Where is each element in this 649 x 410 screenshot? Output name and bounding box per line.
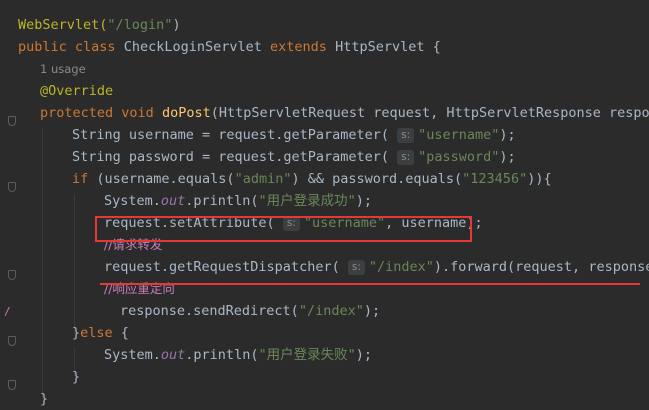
string-literal: "用户登录失败" (258, 347, 356, 363)
code-text: response.sendRedirect( (120, 303, 299, 319)
annotation: WebServlet( (18, 17, 108, 33)
usage-hint[interactable]: 1 usage (40, 62, 86, 76)
code-line-14: response.sendRedirect("/index"); (120, 300, 380, 322)
class-name: CheckLoginServlet (123, 39, 262, 55)
brace: } (72, 369, 81, 385)
method-name: doPost (161, 105, 211, 121)
string-literal: "password" (418, 149, 500, 165)
code-line-8: if (username.equals("admin") && password… (72, 168, 552, 190)
code-line-16: System.out.println("用户登录失败"); (104, 344, 372, 366)
code-line-2: public class CheckLoginServlet extends H… (18, 36, 441, 58)
keyword: else (80, 325, 113, 341)
keyword: protected (40, 105, 114, 121)
brace: { (432, 39, 441, 55)
string-literal: "123456" (462, 171, 528, 187)
brace: } (40, 391, 49, 407)
string-literal: "/login" (107, 17, 173, 33)
brace: { (112, 325, 129, 341)
brace: } (72, 325, 81, 341)
keyword: if (72, 171, 89, 187)
code-line-4: @Override (40, 80, 113, 102)
code-line-15: }else { (72, 322, 129, 344)
param-hint: s: (347, 260, 365, 275)
keyword: class (74, 39, 116, 55)
code-text: System. (104, 347, 161, 363)
fold-marker-icon[interactable] (8, 336, 16, 346)
code-line-7: String password = request.getParameter( … (72, 146, 516, 168)
fold-marker-icon[interactable] (8, 182, 16, 192)
code-line-3: 1 usage (40, 58, 86, 80)
parent-class: HttpServlet (335, 39, 425, 55)
highlight-box (95, 216, 472, 242)
code-line-6: String username = request.getParameter( … (72, 124, 516, 146)
code-text: ); (499, 127, 516, 143)
code-line-13: //响应重定向 (104, 278, 175, 300)
paren: ) (172, 17, 181, 33)
indent-guide (74, 194, 75, 334)
keyword: public (18, 39, 67, 55)
code-text: .println( (185, 347, 259, 363)
string-literal: "/index" (368, 259, 434, 275)
method-params: (HttpServletRequest request, HttpServlet… (210, 105, 649, 121)
string-literal: "username" (418, 127, 500, 143)
code-text: ); (355, 193, 372, 209)
code-text: ) && password.equals( (291, 171, 463, 187)
highlight-underline (100, 283, 640, 285)
code-text: String username = request.getParameter( (72, 127, 389, 143)
code-line-5: protected void doPost(HttpServletRequest… (40, 102, 649, 124)
keyword: extends (270, 39, 327, 55)
param-hint: s: (397, 150, 415, 165)
code-text: .println( (185, 193, 259, 209)
static-field: out (160, 193, 186, 209)
keyword: void (121, 105, 154, 121)
code-line-17: } (72, 366, 80, 388)
code-text: ); (363, 303, 381, 319)
fold-marker-icon[interactable] (8, 116, 16, 126)
code-text: ); (499, 149, 516, 165)
edit-marker-icon: / (4, 305, 11, 318)
fold-marker-icon[interactable] (8, 270, 16, 280)
string-literal: "admin" (234, 171, 292, 187)
code-text: System. (104, 193, 161, 209)
param-hint: s: (397, 128, 415, 143)
code-text: )){ (527, 171, 552, 187)
string-literal: "用户登录成功" (258, 193, 356, 209)
code-line-1: WebServlet("/login") (18, 14, 181, 36)
annotation: @Override (40, 83, 114, 99)
indent-guide (42, 128, 43, 398)
editor-gutter: / (0, 0, 22, 407)
code-text: (username.equals( (88, 171, 235, 187)
code-text: String password = request.getParameter( (72, 149, 389, 165)
code-line-12: request.getRequestDispatcher( s: "/index"… (104, 256, 649, 278)
code-text: request.getRequestDispatcher( (104, 259, 340, 275)
fold-marker-icon[interactable] (8, 380, 16, 390)
static-field: out (160, 347, 186, 363)
string-literal: "/index" (298, 303, 364, 319)
code-line-9: System.out.println("用户登录成功"); (104, 190, 372, 212)
code-text: ); (355, 347, 372, 363)
code-text: ).forward(request, response) (433, 259, 649, 275)
